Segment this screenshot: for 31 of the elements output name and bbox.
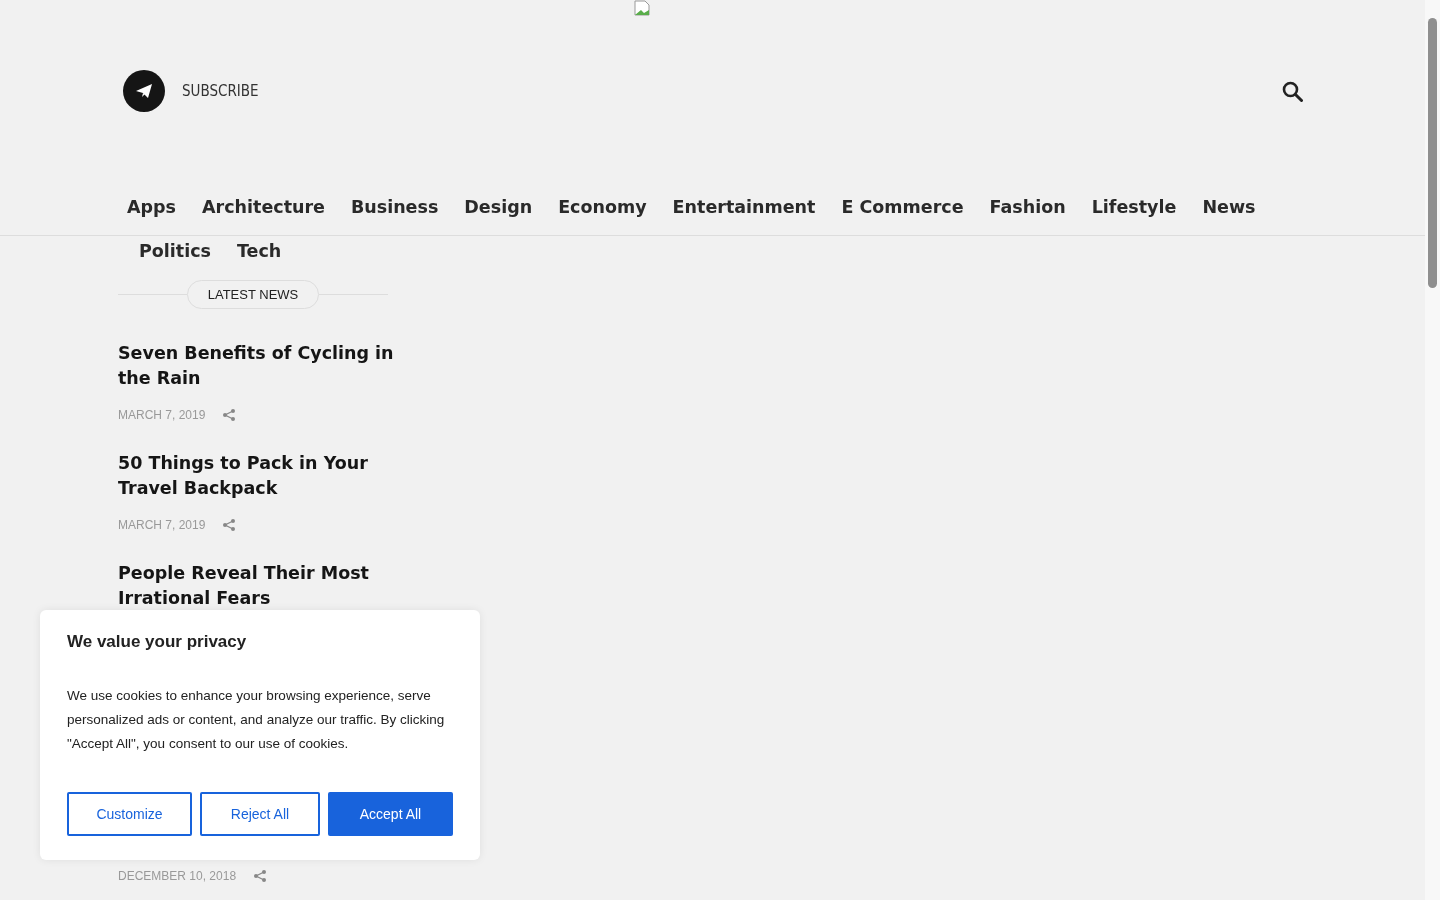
article-date: MARCH 7, 2019: [118, 518, 206, 532]
nav-link[interactable]: Lifestyle: [1078, 196, 1190, 218]
nav-link[interactable]: Tech: [224, 240, 295, 262]
nav-link[interactable]: Architecture: [189, 196, 338, 218]
nav-link[interactable]: Entertainment: [659, 196, 829, 218]
search-icon[interactable]: [1282, 80, 1303, 102]
share-icon[interactable]: [223, 409, 236, 421]
nav-link[interactable]: E Commerce: [828, 196, 977, 218]
share-icon[interactable]: [254, 870, 267, 882]
share-icon[interactable]: [223, 519, 236, 531]
article-title[interactable]: 50 Things to Pack in Your Travel Backpack: [118, 451, 398, 501]
scrollbar[interactable]: [1425, 0, 1440, 900]
article-date: MARCH 7, 2019: [118, 408, 206, 422]
nav-link[interactable]: Fashion: [976, 196, 1079, 218]
outline-button[interactable]: Customize: [67, 792, 192, 836]
nav-link[interactable]: Apps: [114, 196, 189, 218]
banner-title: We value your privacy: [67, 632, 248, 652]
nav-link[interactable]: Design: [451, 196, 546, 218]
accept-button[interactable]: Accept All: [328, 792, 453, 836]
subscribe-link[interactable]: SUBSCRIBE: [182, 82, 259, 100]
outline-button[interactable]: Reject All: [200, 792, 320, 836]
banner-text: We use cookies to enhance your browsing experience, serve personalized ads or content, and analyze our traffic. By clicking "Accept All", you consent to our use of cookies.: [67, 687, 446, 753]
article-date: DECEMBER 10, 2018: [118, 869, 237, 883]
article-title[interactable]: People Reveal Their Most Irrational Fears: [118, 561, 398, 611]
nav-link[interactable]: Business: [337, 196, 452, 218]
paper-plane-icon[interactable]: [123, 70, 165, 112]
nav-link[interactable]: Economy: [545, 196, 660, 218]
broken-image-icon: [634, 0, 650, 16]
nav-link[interactable]: Politics: [126, 240, 224, 262]
article-title[interactable]: Seven Benefits of Cycling in the Rain: [118, 341, 398, 391]
nav-link[interactable]: News: [1189, 196, 1269, 218]
